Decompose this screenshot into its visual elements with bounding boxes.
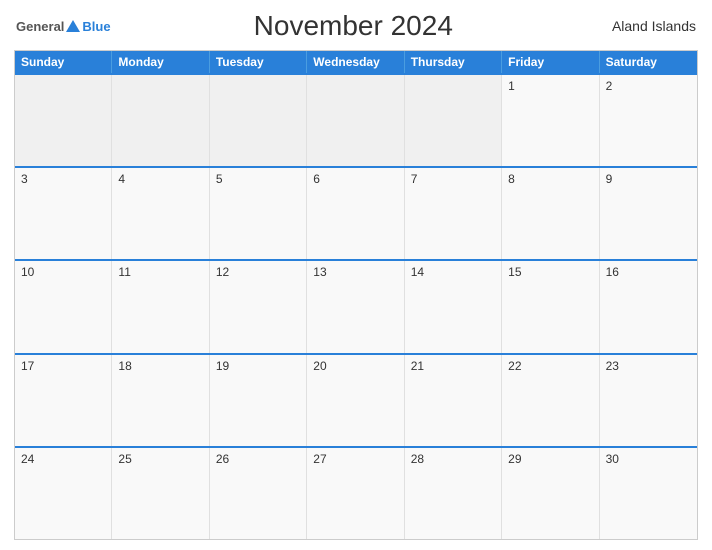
day-number: 22: [508, 359, 592, 373]
cal-cell: [405, 75, 502, 166]
cal-header-monday: Monday: [112, 51, 209, 73]
day-number: 29: [508, 452, 592, 466]
logo-blue-text: Blue: [82, 19, 110, 34]
day-number: 13: [313, 265, 397, 279]
cal-cell: 10: [15, 261, 112, 352]
region-label: Aland Islands: [596, 18, 696, 34]
calendar-header-row: SundayMondayTuesdayWednesdayThursdayFrid…: [15, 51, 697, 73]
day-number: 20: [313, 359, 397, 373]
day-number: 9: [606, 172, 691, 186]
day-number: 1: [508, 79, 592, 93]
cal-cell: 20: [307, 355, 404, 446]
day-number: 30: [606, 452, 691, 466]
cal-cell: [15, 75, 112, 166]
day-number: 27: [313, 452, 397, 466]
cal-cell: 5: [210, 168, 307, 259]
day-number: 23: [606, 359, 691, 373]
cal-cell: 8: [502, 168, 599, 259]
cal-header-wednesday: Wednesday: [307, 51, 404, 73]
day-number: 12: [216, 265, 300, 279]
cal-cell: 29: [502, 448, 599, 539]
day-number: 10: [21, 265, 105, 279]
cal-cell: 2: [600, 75, 697, 166]
day-number: 11: [118, 265, 202, 279]
cal-cell: 12: [210, 261, 307, 352]
cal-week-4: 24 25 26 27 28 29 30: [15, 446, 697, 539]
day-number: 4: [118, 172, 202, 186]
cal-cell: 17: [15, 355, 112, 446]
month-title: November 2024: [111, 10, 596, 42]
calendar-page: General Blue November 2024 Aland Islands…: [0, 0, 712, 550]
cal-cell: 7: [405, 168, 502, 259]
cal-cell: 23: [600, 355, 697, 446]
day-number: 8: [508, 172, 592, 186]
cal-week-1: 3456789: [15, 166, 697, 259]
cal-header-tuesday: Tuesday: [210, 51, 307, 73]
cal-week-0: 12: [15, 73, 697, 166]
calendar-grid: SundayMondayTuesdayWednesdayThursdayFrid…: [14, 50, 698, 540]
cal-header-thursday: Thursday: [405, 51, 502, 73]
cal-cell: 28: [405, 448, 502, 539]
cal-cell: 30: [600, 448, 697, 539]
logo: General Blue: [16, 19, 111, 34]
day-number: 2: [606, 79, 691, 93]
cal-cell: 4: [112, 168, 209, 259]
cal-cell: 24: [15, 448, 112, 539]
day-number: 21: [411, 359, 495, 373]
logo-triangle-icon: [66, 20, 80, 32]
cal-cell: [307, 75, 404, 166]
day-number: 26: [216, 452, 300, 466]
day-number: 7: [411, 172, 495, 186]
day-number: 3: [21, 172, 105, 186]
day-number: 18: [118, 359, 202, 373]
cal-cell: [210, 75, 307, 166]
logo-general-text: General: [16, 19, 64, 34]
day-number: 6: [313, 172, 397, 186]
cal-cell: 14: [405, 261, 502, 352]
day-number: 16: [606, 265, 691, 279]
cal-cell: 18: [112, 355, 209, 446]
cal-cell: 26: [210, 448, 307, 539]
cal-week-3: 17 18 19 20 21 22 23: [15, 353, 697, 446]
cal-week-2: 10 11 12 13 14 15 16: [15, 259, 697, 352]
day-number: 24: [21, 452, 105, 466]
day-number: 17: [21, 359, 105, 373]
cal-cell: 11: [112, 261, 209, 352]
cal-cell: 1: [502, 75, 599, 166]
cal-cell: [112, 75, 209, 166]
cal-cell: 25: [112, 448, 209, 539]
cal-header-sunday: Sunday: [15, 51, 112, 73]
cal-cell: 9: [600, 168, 697, 259]
cal-cell: 27: [307, 448, 404, 539]
day-number: 25: [118, 452, 202, 466]
day-number: 28: [411, 452, 495, 466]
cal-cell: 6: [307, 168, 404, 259]
day-number: 19: [216, 359, 300, 373]
cal-cell: 19: [210, 355, 307, 446]
page-header: General Blue November 2024 Aland Islands: [14, 10, 698, 42]
cal-cell: 16: [600, 261, 697, 352]
cal-cell: 21: [405, 355, 502, 446]
cal-cell: 15: [502, 261, 599, 352]
cal-cell: 22: [502, 355, 599, 446]
cal-cell: 13: [307, 261, 404, 352]
day-number: 15: [508, 265, 592, 279]
cal-header-saturday: Saturday: [600, 51, 697, 73]
day-number: 5: [216, 172, 300, 186]
day-number: 14: [411, 265, 495, 279]
cal-header-friday: Friday: [502, 51, 599, 73]
cal-cell: 3: [15, 168, 112, 259]
